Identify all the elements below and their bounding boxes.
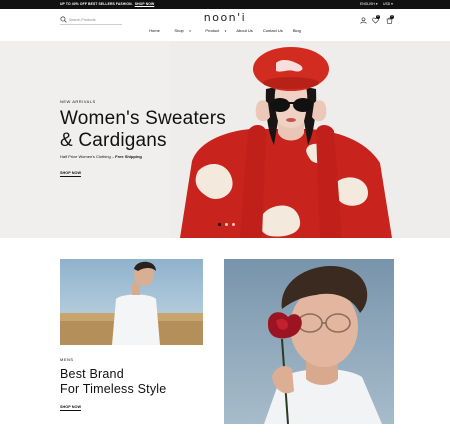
site-logo[interactable]: noon'i — [195, 11, 255, 24]
hero-title: Women's Sweaters & Cardigans — [60, 108, 226, 151]
promo-shop-now-button[interactable]: SHOP NOW — [60, 405, 82, 411]
site-header: Search Products noon'i 0 0 Home Shop ▾ Pr… — [0, 9, 450, 41]
hero-slider: NEW ARRIVALS Women's Sweaters & Cardigan… — [0, 41, 450, 238]
announcement-shop-now-link[interactable]: SHOP NOW — [135, 2, 155, 6]
hero-eyebrow: NEW ARRIVALS — [60, 99, 96, 104]
nav-item-blog[interactable]: Blog — [293, 28, 301, 33]
chevron-down-icon: ▾ — [224, 29, 227, 33]
nav-item-product[interactable]: Product ▾ — [201, 28, 226, 33]
man-with-rose-image — [224, 259, 394, 424]
chevron-down-icon: ▾ — [391, 2, 393, 6]
man-in-field-image — [60, 259, 203, 345]
hero-subtitle: Half Price Women's Clothing – Free Shipp… — [60, 154, 142, 159]
promo-label: MENS — [60, 357, 74, 362]
search-input[interactable]: Search Products — [69, 18, 96, 22]
user-icon[interactable] — [360, 17, 367, 24]
slider-dot-2[interactable] — [225, 223, 228, 226]
search-box[interactable]: Search Products — [60, 15, 122, 25]
chevron-down-icon: ▾ — [375, 2, 378, 6]
chevron-down-icon: ▾ — [189, 29, 191, 33]
man-with-rose-image-card[interactable] — [224, 259, 394, 424]
nav-item-shop[interactable]: Shop ▾ — [170, 28, 191, 33]
slider-dot-1[interactable] — [218, 223, 221, 226]
cart-count-badge: 0 — [390, 15, 394, 19]
currency-selector[interactable]: USD ▾ — [383, 2, 393, 6]
nav-item-home[interactable]: Home — [149, 28, 160, 33]
nav-item-about-us[interactable]: About Us — [236, 28, 252, 33]
main-nav: Home Shop ▾ Product ▾ About Us Contact Us … — [0, 28, 450, 38]
language-selector[interactable]: ENGLISH ▾ — [360, 2, 378, 6]
slider-dot-3[interactable] — [232, 223, 235, 226]
nav-item-contact-us[interactable]: Contact Us — [263, 28, 283, 33]
announcement-bar: UP TO 40% OFF BEST SELLERS FASHION. SHOP … — [0, 0, 450, 9]
mens-promo-image[interactable] — [60, 259, 203, 345]
hero-shop-now-button[interactable]: SHOP NOW — [60, 171, 82, 177]
announcement-text: UP TO 40% OFF BEST SELLERS FASHION. SHOP … — [60, 2, 155, 6]
search-icon — [60, 16, 67, 23]
promo-title: Best Brand For Timeless Style — [60, 367, 167, 396]
wishlist-count-badge: 0 — [376, 15, 380, 19]
